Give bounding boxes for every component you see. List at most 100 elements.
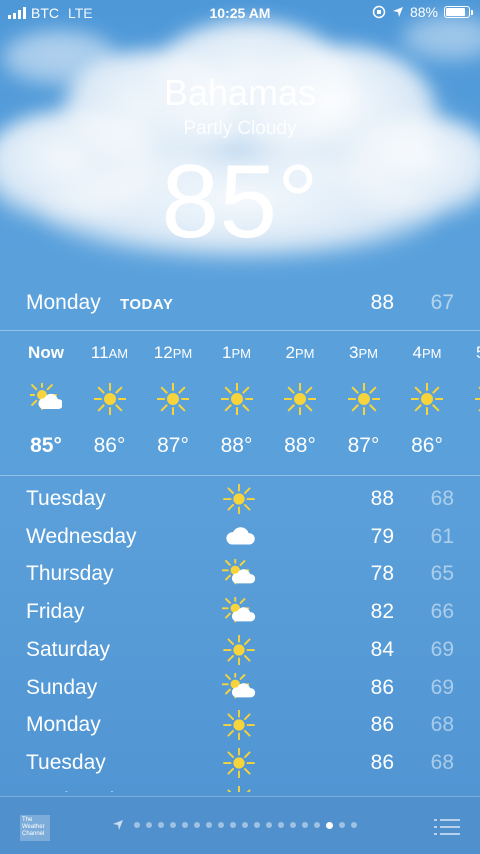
day-high: 84: [371, 789, 394, 792]
daily-row: Tuesday8868: [0, 479, 480, 517]
hour-temp: 86°: [397, 434, 457, 458]
cloud-icon: [222, 522, 256, 552]
sun-icon: [94, 383, 126, 415]
page-dot[interactable]: [146, 822, 152, 828]
page-dot[interactable]: [218, 822, 224, 828]
day-name: Wednesday: [26, 789, 137, 792]
day-low: 70: [431, 789, 454, 792]
today-summary: Monday TODAY 88 67: [0, 286, 480, 331]
page-dot[interactable]: [290, 822, 296, 828]
hour-icon: [30, 383, 62, 415]
day-icon: [222, 597, 256, 627]
hour-temp: 88°: [270, 434, 330, 458]
hour-temp: 8: [461, 434, 480, 458]
day-icon: [222, 635, 256, 665]
day-low: 68: [431, 751, 454, 775]
orientation-lock-icon: [372, 5, 386, 19]
sun-icon: [222, 635, 256, 665]
partly-cloudy-icon: [30, 383, 62, 415]
hour-label: 1PM: [207, 343, 267, 363]
hour-icon: [348, 383, 380, 415]
list-icon[interactable]: [434, 817, 460, 837]
hour-label: 5PM: [461, 343, 480, 363]
page-dot[interactable]: [230, 822, 236, 828]
sun-icon: [348, 383, 380, 415]
partly-cloudy-icon: [222, 597, 256, 627]
status-bar: BTC LTE 10:25 AM 88%: [0, 0, 480, 26]
partly-cloudy-icon: [222, 673, 256, 703]
today-label: TODAY: [120, 296, 173, 313]
page-dot[interactable]: [134, 822, 140, 828]
day-high: 86: [371, 713, 394, 737]
sun-icon: [222, 786, 256, 792]
page-dot[interactable]: [351, 822, 357, 828]
page-dot[interactable]: [206, 822, 212, 828]
hour-label: 4PM: [397, 343, 457, 363]
sun-icon: [157, 383, 189, 415]
sun-icon: [284, 383, 316, 415]
page-dot[interactable]: [339, 822, 345, 828]
page-dot[interactable]: [302, 822, 308, 828]
page-dot[interactable]: [242, 822, 248, 828]
hour-label: 12PM: [143, 343, 203, 363]
day-icon: [222, 786, 256, 792]
day-low: 68: [431, 713, 454, 737]
day-name: Friday: [26, 600, 84, 624]
daily-row: Monday 86 68: [0, 705, 480, 743]
daily-row: Thursday7865: [0, 554, 480, 592]
battery-icon: [444, 6, 470, 18]
sun-icon: [222, 748, 256, 778]
hour-label: Now: [16, 343, 76, 363]
hour-temp: 87°: [334, 434, 394, 458]
day-low: 68: [431, 487, 454, 511]
page-dot[interactable]: [278, 822, 284, 828]
daily-row: Saturday8469: [0, 630, 480, 668]
hour-temp: 86°: [80, 434, 140, 458]
day-name: Tuesday: [26, 751, 106, 775]
day-name: Monday: [26, 713, 101, 737]
day-icon: [222, 710, 256, 740]
day-icon: [222, 673, 256, 703]
page-dot[interactable]: [158, 822, 164, 828]
page-indicator[interactable]: [112, 819, 357, 831]
day-high: 78: [371, 562, 394, 586]
day-high: 86: [371, 751, 394, 775]
hour-icon: [94, 383, 126, 415]
hour-label: 3PM: [334, 343, 394, 363]
page-dot[interactable]: [182, 822, 188, 828]
day-icon: [222, 522, 256, 552]
day-high: 86: [371, 676, 394, 700]
location-name: Bahamas: [0, 72, 480, 114]
hour-temp: 85°: [16, 434, 76, 458]
day-high: 82: [371, 600, 394, 624]
sun-icon: [221, 383, 253, 415]
battery-percent: 88%: [410, 4, 438, 20]
sun-icon: [222, 710, 256, 740]
location-arrow-icon: [112, 819, 124, 831]
page-dot[interactable]: [266, 822, 272, 828]
day-name: Sunday: [26, 676, 97, 700]
today-high: 88: [371, 291, 394, 315]
hour-temp: 88°: [207, 434, 267, 458]
daily-forecast[interactable]: Tuesday8868Wednesday7961Thursday7865Frid…: [0, 476, 480, 792]
today-day: Monday: [26, 291, 101, 315]
page-dot[interactable]: [314, 822, 320, 828]
hour-label: 2PM: [270, 343, 330, 363]
day-icon: [222, 559, 256, 589]
hour-icon: [411, 383, 443, 415]
page-dot[interactable]: [194, 822, 200, 828]
day-icon: [222, 484, 256, 514]
day-high: 84: [371, 638, 394, 662]
page-dot[interactable]: [170, 822, 176, 828]
day-name: Wednesday: [26, 525, 137, 549]
weather-channel-logo[interactable]: The Weather Channel: [20, 815, 50, 841]
day-low: 69: [431, 638, 454, 662]
sun-icon: [222, 484, 256, 514]
location-arrow-icon: [392, 6, 404, 18]
page-dot[interactable]: [254, 822, 260, 828]
bottom-toolbar: The Weather Channel: [0, 796, 480, 854]
page-dot[interactable]: [326, 822, 333, 829]
current-temperature: 85°: [0, 150, 480, 254]
weather-condition: Partly Cloudy: [0, 118, 480, 140]
hourly-forecast[interactable]: Now85°11AM86°12PM87°1PM88°2PM88°3PM87°4P…: [0, 331, 480, 476]
